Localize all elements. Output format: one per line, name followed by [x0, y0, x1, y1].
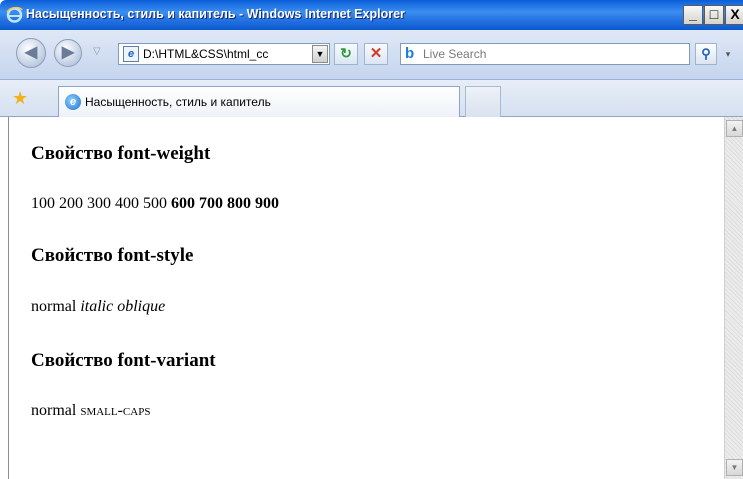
search-button[interactable]: ⚲ — [695, 43, 717, 65]
ie-page-icon: e — [65, 94, 81, 110]
navigation-bar: ◀ ▶ ▽ e D:\HTML&CSS\html_cc ▼ ↻ ✕ b Live… — [0, 30, 743, 80]
weight-400: 400 — [115, 195, 139, 212]
scroll-down-button[interactable]: ▼ — [726, 459, 743, 476]
search-box[interactable]: b Live Search — [400, 43, 690, 65]
weight-200: 200 — [59, 195, 83, 212]
address-dropdown-button[interactable]: ▼ — [312, 45, 328, 63]
tab-bar: ★ e Насыщенность, стиль и капитель — [0, 80, 743, 117]
star-icon[interactable]: ★ — [12, 88, 28, 108]
window-title: Насыщенность, стиль и капитель - Windows… — [26, 7, 405, 21]
heading-font-style: Свойство font-style — [31, 245, 194, 266]
font-variant-samples: normal small-caps — [31, 402, 150, 420]
weight-300: 300 — [87, 195, 111, 212]
address-bar[interactable]: e D:\HTML&CSS\html_cc ▼ — [118, 43, 330, 65]
page-icon: e — [123, 46, 139, 62]
weight-500: 500 — [143, 195, 167, 212]
variant-small-caps: small-caps — [80, 402, 151, 419]
search-options-dropdown[interactable]: ▾ — [720, 43, 736, 65]
style-normal: normal — [31, 298, 77, 315]
heading-font-variant: Свойство font-variant — [31, 350, 216, 371]
refresh-button[interactable]: ↻ — [334, 43, 358, 65]
new-tab-button[interactable] — [465, 86, 501, 117]
recent-pages-dropdown[interactable]: ▽ — [93, 46, 101, 57]
maximize-button[interactable]: □ — [704, 5, 724, 25]
forward-button[interactable]: ▶ — [54, 39, 82, 67]
vertical-scrollbar[interactable]: ▲ ▼ — [724, 117, 743, 479]
heading-font-weight: Свойство font-weight — [31, 143, 211, 164]
page-content: Свойство font-weight 100 200 300 400 500… — [8, 117, 724, 479]
back-button[interactable]: ◀ — [16, 38, 46, 68]
style-oblique: oblique — [117, 298, 166, 315]
weight-100: 100 — [31, 195, 55, 212]
minimize-button[interactable]: _ — [683, 5, 703, 25]
font-weight-samples: 100 200 300 400 500 600 700 800 900 — [31, 195, 279, 213]
live-search-icon: b — [405, 45, 415, 62]
style-italic: italic — [80, 298, 114, 315]
weight-600: 600 — [171, 195, 195, 212]
window-titlebar: Насыщенность, стиль и капитель - Windows… — [0, 0, 743, 30]
stop-button[interactable]: ✕ — [364, 43, 388, 65]
weight-800: 800 — [227, 195, 251, 212]
font-style-samples: normal italic oblique — [31, 298, 165, 316]
weight-900: 900 — [255, 195, 279, 212]
variant-normal: normal — [31, 402, 77, 419]
close-button[interactable]: X — [725, 5, 743, 25]
ie-logo-icon — [6, 6, 23, 23]
tab-active[interactable]: e Насыщенность, стиль и капитель — [58, 86, 460, 117]
address-input[interactable]: D:\HTML&CSS\html_cc — [143, 47, 307, 61]
weight-700: 700 — [199, 195, 223, 212]
search-input[interactable]: Live Search — [423, 47, 486, 61]
tab-label: Насыщенность, стиль и капитель — [85, 95, 271, 109]
scroll-up-button[interactable]: ▲ — [726, 120, 743, 137]
